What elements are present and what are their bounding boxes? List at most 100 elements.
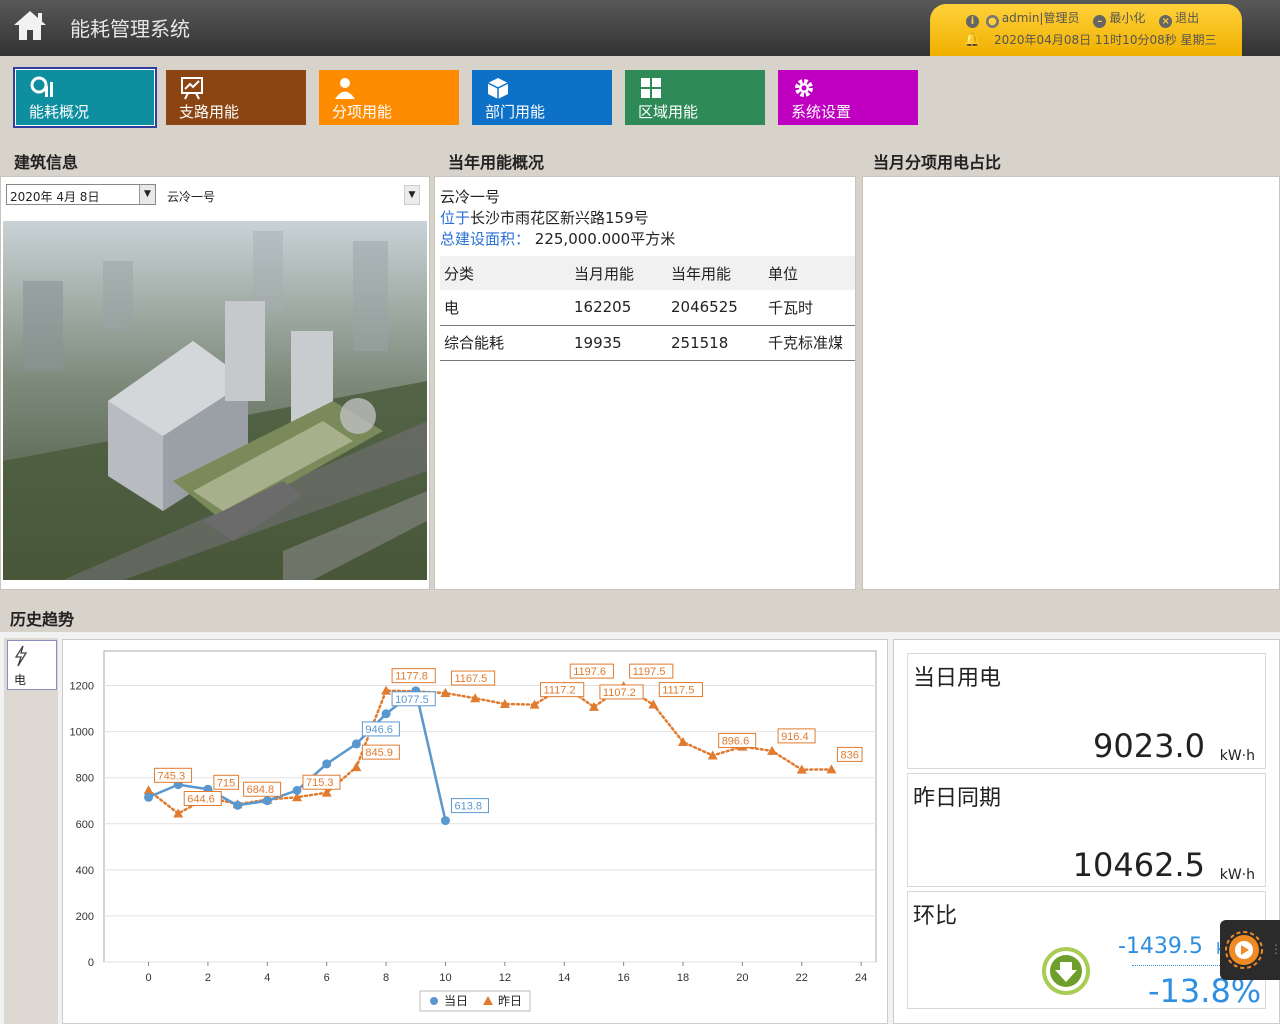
nav-tile-2[interactable]: 支路用能 xyxy=(166,70,306,125)
data-label: 1117.5 xyxy=(662,685,694,697)
energy-summary-table: 分类 当月用能 当年用能 单位 电 162205 2046525 千瓦时 综合能耗 19935 2… xyxy=(440,256,855,361)
history-bar xyxy=(0,598,1280,632)
data-label: 836 xyxy=(840,749,858,761)
today-usage-title: 当日用电 xyxy=(913,666,1002,691)
location-label: 位于 xyxy=(440,209,471,227)
building-area: 总建设面积： 225,000.000平方米 xyxy=(440,228,675,249)
building-select[interactable]: 云冷一号 ▼ xyxy=(160,182,422,208)
data-label: 1117.2 xyxy=(544,685,576,697)
alarm-bell-icon[interactable]: 🔔 xyxy=(964,33,980,48)
table-cell: 电 xyxy=(440,290,570,326)
legend-marker xyxy=(430,997,438,1005)
table-header-cell: 当年用能 xyxy=(667,256,764,290)
table-header-row: 分类 当月用能 当年用能 单位 xyxy=(440,256,855,290)
nav-tile-label: 能耗概况 xyxy=(29,103,90,121)
area-label: 总建设面积： xyxy=(440,230,531,248)
y-tick-label: 800 xyxy=(76,773,94,785)
nav-tile-3[interactable]: 分项用能 xyxy=(319,70,459,125)
tab-electricity-label: 电 xyxy=(14,673,27,687)
close-icon[interactable]: × xyxy=(1159,15,1173,28)
data-label: 1167.5 xyxy=(454,673,487,685)
nav-tile-label: 系统设置 xyxy=(791,103,852,121)
yesterday-usage-value: 10462.5 xyxy=(1072,846,1205,884)
x-tick-label: 10 xyxy=(439,972,451,984)
ratio-diff-value: -1439.5 xyxy=(1118,934,1203,959)
date-picker[interactable]: 2020年 4月 8日 ▼ xyxy=(6,184,156,205)
trend-board-icon xyxy=(181,77,203,100)
table-cell: 19935 xyxy=(570,325,667,361)
grid-icon xyxy=(641,78,661,98)
nav-tile-1[interactable]: 能耗概况 xyxy=(13,67,157,128)
building-select-value: 云冷一号 xyxy=(167,190,216,204)
data-point xyxy=(233,800,243,810)
nav-tile-4[interactable]: 部门用能 xyxy=(472,70,612,125)
app-title: 能耗管理系统 xyxy=(70,17,190,41)
data-point xyxy=(440,816,450,826)
info-icon[interactable]: i xyxy=(966,15,979,28)
building-photo xyxy=(3,221,427,580)
x-tick-label: 2 xyxy=(205,972,211,984)
table-header-cell: 当月用能 xyxy=(570,256,667,290)
table-cell: 2046525 xyxy=(667,290,764,326)
legend-label: 当日 xyxy=(444,994,468,1008)
tab-electricity[interactable]: 电 xyxy=(7,640,57,690)
x-tick-label: 12 xyxy=(499,972,511,984)
minimize-icon[interactable]: – xyxy=(1093,15,1107,28)
floating-helper-widget[interactable]: ⋮ xyxy=(1220,920,1280,980)
nav-tile-5[interactable]: 区域用能 xyxy=(625,70,765,125)
exit-button[interactable]: 退出 xyxy=(1175,11,1199,25)
legend-label: 昨日 xyxy=(498,994,522,1008)
x-tick-label: 16 xyxy=(617,972,629,984)
media-play-icon xyxy=(1225,931,1263,969)
more-icon[interactable]: ⋮ xyxy=(1270,942,1280,956)
table-cell: 162205 xyxy=(570,290,667,326)
top-header: 能耗管理系统 i ● admin|管理员 – 最小化 × 退出 🔔 2020年04月0… xyxy=(0,0,1280,56)
data-label: 1177.8 xyxy=(395,671,428,683)
user-name[interactable]: admin|管理员 xyxy=(1002,11,1080,25)
today-usage-value: 9023.0 xyxy=(1093,727,1205,765)
yesterday-usage-card: 昨日同期 10462.5 kW·h xyxy=(907,773,1266,887)
area-value: 225,000.000平方米 xyxy=(534,230,676,248)
data-label: 613.8 xyxy=(454,801,482,813)
table-cell: 千瓦时 xyxy=(764,290,855,326)
y-tick-label: 1000 xyxy=(70,727,94,739)
x-tick-label: 20 xyxy=(736,972,748,984)
data-label: 1107.2 xyxy=(603,687,636,699)
nav-tile-label: 分项用能 xyxy=(332,103,393,121)
data-label: 1077.5 xyxy=(395,694,429,706)
data-label: 715.3 xyxy=(306,777,334,789)
x-tick-label: 18 xyxy=(677,972,689,984)
y-tick-label: 1200 xyxy=(70,681,94,693)
data-point xyxy=(144,792,154,802)
yesterday-usage-title: 昨日同期 xyxy=(913,786,1002,811)
lightning-icon xyxy=(14,645,28,667)
table-row: 电 162205 2046525 千瓦时 xyxy=(440,290,855,326)
ratio-heading: 当月分项用电占比 xyxy=(873,153,1002,172)
data-label: 745.3 xyxy=(158,770,186,782)
building-location: 位于长沙市雨花区新兴路159号 xyxy=(440,207,649,228)
building-name: 云冷一号 xyxy=(440,188,501,206)
table-row: 综合能耗 19935 251518 千克标准煤 xyxy=(440,325,855,361)
overview-heading: 当年用能概况 xyxy=(448,153,545,172)
location-value: 长沙市雨花区新兴路159号 xyxy=(470,209,649,227)
x-tick-label: 22 xyxy=(796,972,808,984)
chevron-down-icon[interactable]: ▼ xyxy=(139,185,155,204)
yesterday-usage-unit: kW·h xyxy=(1219,867,1255,883)
user-panel: i ● admin|管理员 – 最小化 × 退出 🔔 2020年04月08日 11时1… xyxy=(930,4,1242,56)
side-tab-strip xyxy=(4,638,58,1024)
chevron-down-icon[interactable]: ▼ xyxy=(404,185,420,205)
data-label: 946.6 xyxy=(365,724,393,736)
user-icon: ● xyxy=(985,15,999,28)
home-icon[interactable] xyxy=(12,8,48,42)
minimize-button[interactable]: 最小化 xyxy=(1109,11,1145,25)
x-tick-label: 8 xyxy=(383,972,389,984)
nav-tile-6[interactable]: 系统设置 xyxy=(778,70,918,125)
cube-icon xyxy=(487,78,509,99)
data-point xyxy=(322,759,332,769)
x-tick-label: 4 xyxy=(264,972,270,984)
table-header-cell: 单位 xyxy=(764,256,855,290)
data-label: 684.8 xyxy=(247,784,275,796)
today-usage-card: 当日用电 9023.0 kW·h xyxy=(907,653,1266,769)
data-point xyxy=(381,709,391,719)
table-header-cell: 分类 xyxy=(440,256,570,290)
